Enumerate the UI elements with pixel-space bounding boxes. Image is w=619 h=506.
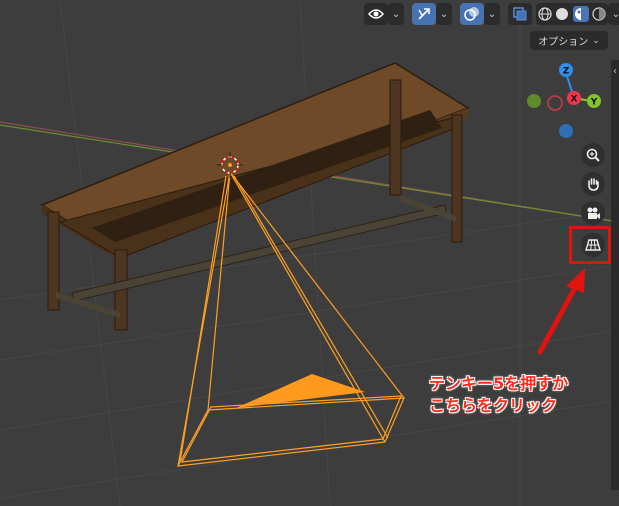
sidebar-expand-icon[interactable]: ‹ (613, 66, 617, 77)
gizmo-x-label: X (571, 95, 578, 105)
shading-dropdown[interactable]: ⌄ (608, 3, 619, 25)
gizmo-neg-y (527, 94, 541, 108)
pan-button[interactable] (581, 172, 605, 196)
options-label: オプション (538, 37, 589, 48)
gizmo-toggle-button[interactable] (412, 3, 436, 25)
view-object-types-dropdown[interactable]: ⌄ (388, 3, 404, 25)
bench-leg-back-left (389, 79, 402, 196)
sidebar-edge[interactable] (611, 60, 619, 490)
xray-toggle-button[interactable] (508, 3, 532, 25)
xray-icon (513, 7, 527, 21)
floor-grid (0, 0, 619, 506)
material-preview-icon[interactable] (572, 6, 589, 22)
camera-up-triangle (236, 374, 365, 408)
wireframe-icon[interactable] (538, 7, 552, 21)
navigation-gizmo[interactable]: Z X Y (527, 63, 601, 138)
viewport-header: ⌄ ⌄ ⌄ ⌄ (364, 3, 619, 25)
scene-canvas[interactable]: Z X Y (0, 0, 619, 506)
hand-icon (588, 178, 599, 191)
zoom-icon (586, 148, 600, 162)
view-object-types-button[interactable] (364, 3, 388, 25)
annotation-text: テンキー5を押すか こちらをクリック (429, 373, 619, 417)
overlays-toggle-button[interactable] (460, 3, 484, 25)
annotation-line-2: こちらをクリック (429, 396, 558, 415)
gizmo-arrow-icon (418, 8, 430, 20)
gizmo-dropdown[interactable]: ⌄ (436, 3, 452, 25)
gizmo-neg-z (559, 124, 573, 138)
bench-leg-back-right (451, 114, 463, 243)
solid-icon[interactable] (555, 7, 569, 21)
3d-viewport[interactable]: Z X Y ⌄ ⌄ ⌄ ⌄ オプション ⌄ ‹ テンキー5を押すか こちらをクリ… (0, 0, 619, 506)
rendered-icon[interactable] (592, 7, 606, 21)
camera-icon (587, 207, 600, 219)
camera-view-button[interactable] (581, 201, 605, 225)
annotation-highlight-box (569, 226, 611, 264)
zoom-button[interactable] (581, 143, 605, 167)
overlays-dropdown[interactable]: ⌄ (484, 3, 500, 25)
chevron-down-icon: ⌄ (592, 35, 600, 46)
gizmo-neg-x (547, 95, 563, 111)
options-dropdown[interactable]: オプション ⌄ (530, 31, 608, 50)
eye-icon (368, 9, 384, 19)
shading-mode-group (536, 3, 608, 25)
gizmo-z-label: Z (563, 67, 570, 77)
bench-model[interactable] (40, 62, 470, 331)
gizmo-y-label: Y (590, 98, 598, 108)
overlay-circles-icon (464, 7, 479, 21)
annotation-line-1: テンキー5を押すか (429, 374, 569, 393)
